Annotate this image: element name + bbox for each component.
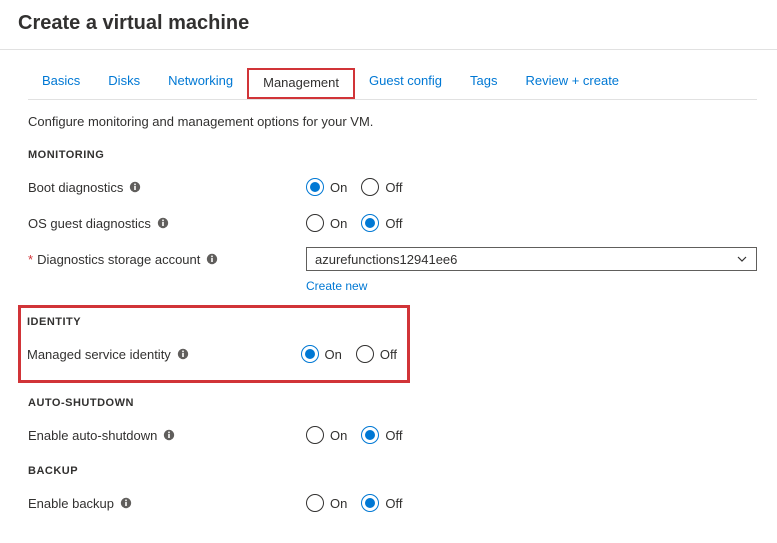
radio-label: Off: [380, 347, 397, 362]
label-os-guest: OS guest diagnostics: [28, 216, 151, 231]
row-msi: Managed service identity On Off: [27, 338, 397, 370]
section-monitoring: MONITORING: [28, 149, 757, 161]
row-backup: Enable backup On Off: [28, 487, 757, 519]
radio-label: On: [330, 428, 347, 443]
auto-shutdown-off[interactable]: Off: [361, 426, 402, 444]
intro-text: Configure monitoring and management opti…: [28, 114, 757, 129]
tab-disks[interactable]: Disks: [94, 68, 154, 99]
tab-networking[interactable]: Networking: [154, 68, 247, 99]
boot-diag-on[interactable]: On: [306, 178, 347, 196]
tab-tags[interactable]: Tags: [456, 68, 511, 99]
info-icon[interactable]: [157, 217, 169, 229]
radio-label: Off: [385, 216, 402, 231]
diag-storage-select[interactable]: azurefunctions12941ee6: [306, 247, 757, 271]
select-value: azurefunctions12941ee6: [315, 252, 457, 267]
info-icon[interactable]: [120, 497, 132, 509]
info-icon[interactable]: [177, 348, 189, 360]
backup-on[interactable]: On: [306, 494, 347, 512]
label-auto-shutdown: Enable auto-shutdown: [28, 428, 157, 443]
row-os-guest: OS guest diagnostics On Off: [28, 207, 757, 239]
os-guest-off[interactable]: Off: [361, 214, 402, 232]
tab-review[interactable]: Review + create: [511, 68, 633, 99]
msi-on[interactable]: On: [301, 345, 342, 363]
create-new-link[interactable]: Create new: [306, 279, 757, 293]
radio-label: On: [330, 216, 347, 231]
backup-off[interactable]: Off: [361, 494, 402, 512]
info-icon[interactable]: [163, 429, 175, 441]
required-icon: *: [28, 252, 33, 267]
chevron-down-icon: [736, 253, 748, 265]
tab-guest-config[interactable]: Guest config: [355, 68, 456, 99]
info-icon[interactable]: [129, 181, 141, 193]
radio-label: On: [325, 347, 342, 362]
row-auto-shutdown: Enable auto-shutdown On Off: [28, 419, 757, 451]
msi-off[interactable]: Off: [356, 345, 397, 363]
section-auto-shutdown: AUTO-SHUTDOWN: [28, 397, 757, 409]
tab-management[interactable]: Management: [247, 68, 355, 99]
info-icon[interactable]: [206, 253, 218, 265]
radio-label: On: [330, 496, 347, 511]
os-guest-on[interactable]: On: [306, 214, 347, 232]
radio-label: Off: [385, 428, 402, 443]
tab-basics[interactable]: Basics: [28, 68, 94, 99]
boot-diag-off[interactable]: Off: [361, 178, 402, 196]
radio-label: Off: [385, 180, 402, 195]
auto-shutdown-on[interactable]: On: [306, 426, 347, 444]
row-diag-storage: * Diagnostics storage account azurefunct…: [28, 243, 757, 275]
radio-label: Off: [385, 496, 402, 511]
tab-bar: Basics Disks Networking Management Guest…: [28, 68, 757, 100]
section-backup: BACKUP: [28, 465, 757, 477]
row-boot-diagnostics: Boot diagnostics On Off: [28, 171, 757, 203]
label-backup: Enable backup: [28, 496, 114, 511]
label-diag-storage: Diagnostics storage account: [37, 252, 200, 267]
identity-highlight: IDENTITY Managed service identity On O: [18, 305, 410, 383]
label-boot-diagnostics: Boot diagnostics: [28, 180, 123, 195]
label-msi: Managed service identity: [27, 347, 171, 362]
radio-label: On: [330, 180, 347, 195]
section-identity: IDENTITY: [27, 316, 397, 328]
page-title: Create a virtual machine: [0, 10, 777, 49]
